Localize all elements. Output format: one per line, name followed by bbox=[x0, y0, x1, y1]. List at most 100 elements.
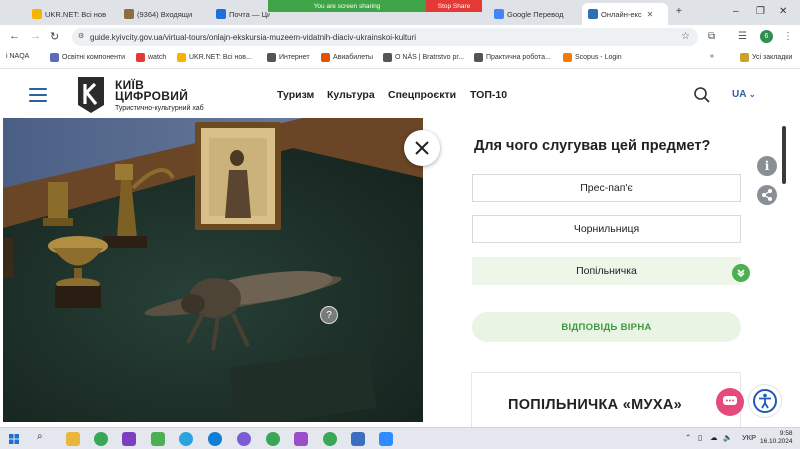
browser-tab[interactable]: UKR.NET: Всі нов bbox=[26, 3, 114, 25]
volume-icon[interactable]: 🔈 bbox=[723, 433, 732, 442]
stop-share-button[interactable]: Stop Share bbox=[426, 0, 482, 12]
globe-icon bbox=[474, 53, 483, 62]
browser-tab-title: Онлайн-екс bbox=[601, 9, 642, 19]
bookmark-item[interactable]: UKR.NET: Всі нов... bbox=[177, 53, 252, 62]
bookmark-label: UKR.NET: Всі нов... bbox=[189, 54, 252, 61]
document-app-icon[interactable] bbox=[351, 432, 365, 446]
logo-title-line: ЦИФРОВИЙ bbox=[115, 89, 189, 103]
screen-sharing-banner: You are screen sharing Stop Share bbox=[268, 0, 482, 12]
folder-icon bbox=[740, 53, 749, 62]
close-window-icon[interactable]: ✕ bbox=[779, 6, 787, 17]
quiz-question: Для чого слугував цей предмет? bbox=[474, 138, 711, 154]
answer-title: ПОПІЛЬНИЧКА «МУХА» bbox=[508, 397, 682, 413]
bookmarks-overflow-icon[interactable]: » bbox=[710, 53, 714, 60]
outlook-favicon-icon bbox=[216, 9, 226, 19]
scopus-icon bbox=[563, 53, 572, 62]
answer-option-selected[interactable]: Попільничка bbox=[472, 257, 741, 285]
app-icon[interactable] bbox=[294, 432, 308, 446]
bookmark-label: Интернет bbox=[279, 54, 310, 61]
globe-icon bbox=[383, 53, 392, 62]
taskbar-search-icon[interactable]: ⌕ bbox=[37, 431, 43, 442]
zoom-icon[interactable] bbox=[379, 432, 393, 446]
bookmark-star-icon[interactable]: ☆ bbox=[681, 31, 690, 42]
bookmark-label: Освітні компоненти bbox=[62, 54, 126, 61]
bookmark-label: i NAQA bbox=[6, 53, 30, 60]
bookmark-item[interactable]: watch bbox=[136, 53, 166, 62]
share-icon[interactable] bbox=[757, 185, 777, 205]
all-bookmarks-folder[interactable]: Усі закладки bbox=[740, 53, 792, 62]
edge-icon[interactable] bbox=[208, 432, 222, 446]
logo-subtitle: Туристично-культурний хаб bbox=[115, 105, 204, 112]
close-button[interactable] bbox=[404, 130, 440, 166]
bookmark-item[interactable]: Scopus - Login bbox=[563, 53, 622, 62]
browser-tab[interactable]: (9364) Входящи bbox=[118, 3, 206, 25]
download-icon[interactable] bbox=[151, 432, 165, 446]
reading-list-icon[interactable]: ☰ bbox=[738, 31, 747, 42]
chrome-icon[interactable] bbox=[94, 432, 108, 446]
url-text: guide.kyivcity.gov.ua/virtual-tours/onla… bbox=[90, 32, 417, 42]
forward-icon[interactable]: → bbox=[30, 30, 41, 42]
reload-icon[interactable]: ↻ bbox=[50, 30, 59, 43]
scrollbar-thumb[interactable] bbox=[782, 126, 786, 184]
menu-kebab-icon[interactable]: ⋮ bbox=[783, 31, 793, 42]
language-selector[interactable]: UA ⌄ bbox=[732, 89, 756, 100]
close-tab-icon[interactable]: ✕ bbox=[647, 10, 654, 19]
nav-tourism[interactable]: Туризм bbox=[277, 89, 314, 101]
profile-avatar[interactable]: 6 bbox=[760, 30, 773, 43]
new-tab-icon[interactable]: + bbox=[676, 6, 682, 17]
browser-tab-active[interactable]: Онлайн-екс ✕ bbox=[582, 3, 668, 25]
language-label: UA bbox=[732, 89, 747, 100]
answer-option[interactable]: Чорнильниця bbox=[472, 215, 741, 243]
restore-icon[interactable]: ❐ bbox=[756, 6, 765, 17]
browser-tab[interactable]: Почта — Ци bbox=[210, 3, 270, 25]
minimize-icon[interactable]: – bbox=[733, 6, 739, 17]
telegram-icon[interactable] bbox=[179, 432, 193, 446]
chat-button[interactable] bbox=[716, 388, 744, 416]
nav-culture[interactable]: Культура bbox=[327, 89, 375, 101]
bookmark-label: watch bbox=[148, 54, 167, 61]
search-icon[interactable] bbox=[693, 86, 711, 104]
flight-icon bbox=[321, 53, 330, 62]
photo-hotspot-button[interactable]: ? bbox=[320, 306, 338, 324]
bookmark-item[interactable]: О NÁS | Bratrstvo pr... bbox=[383, 53, 464, 62]
exhibit-photo: ? bbox=[3, 118, 423, 422]
accessibility-button[interactable] bbox=[749, 385, 781, 417]
hamburger-menu-icon[interactable] bbox=[29, 88, 47, 102]
back-icon[interactable]: ← bbox=[9, 30, 20, 42]
info-icon[interactable]: i bbox=[757, 156, 777, 176]
keyboard-language[interactable]: УКР bbox=[742, 433, 756, 442]
ukrnet-favicon-icon bbox=[32, 9, 42, 19]
cloud-icon[interactable]: ☁ bbox=[710, 433, 718, 442]
bookmark-label: О NÁS | Bratrstvo pr... bbox=[395, 54, 465, 61]
browser-tab[interactable]: Google Перевод bbox=[488, 3, 580, 25]
windows-start-icon[interactable] bbox=[9, 434, 19, 444]
nav-top10[interactable]: ТОП-10 bbox=[470, 89, 507, 101]
file-explorer-icon[interactable] bbox=[66, 432, 80, 446]
bookmark-item[interactable]: Авиабилеты bbox=[321, 53, 373, 62]
extensions-icon[interactable]: ⧉ bbox=[708, 31, 715, 42]
nav-special-projects[interactable]: Спецпроєкти bbox=[388, 89, 456, 101]
viber-icon[interactable] bbox=[237, 432, 251, 446]
logo-title[interactable]: КИЇВ ЦИФРОВИЙ bbox=[115, 79, 189, 103]
phone-icon[interactable]: ▯ bbox=[698, 433, 702, 442]
chevron-down-icon: ⌄ bbox=[748, 90, 756, 99]
youtube-icon bbox=[136, 53, 145, 62]
address-bar[interactable]: ⚙ guide.kyivcity.gov.ua/virtual-tours/on… bbox=[72, 28, 698, 46]
globe-icon bbox=[50, 53, 59, 62]
answer-option[interactable]: Прес-пап'є bbox=[472, 174, 741, 202]
bookmark-label: Практична робота... bbox=[486, 54, 551, 61]
bookmark-item[interactable]: Освітні компоненти bbox=[50, 53, 125, 62]
bookmark-item[interactable]: Практична робота... bbox=[474, 53, 551, 62]
bookmark-item[interactable]: i NAQA bbox=[6, 53, 29, 60]
chrome-icon[interactable] bbox=[323, 432, 337, 446]
ukrnet-icon bbox=[177, 53, 186, 62]
bookmark-label: Авиабилеты bbox=[333, 54, 374, 61]
system-clock[interactable]: 9:58 16.10.2024 bbox=[760, 430, 793, 446]
app-icon[interactable] bbox=[122, 432, 136, 446]
browser-tab-title: Почта — Ци bbox=[229, 9, 270, 19]
chrome-profile-icon[interactable] bbox=[266, 432, 280, 446]
show-hidden-icons-icon[interactable]: ⌃ bbox=[685, 433, 691, 442]
kyiv-digital-logo-icon[interactable] bbox=[74, 75, 108, 115]
site-info-icon[interactable]: ⚙ bbox=[78, 32, 84, 40]
bookmark-item[interactable]: Интернет bbox=[267, 53, 310, 62]
